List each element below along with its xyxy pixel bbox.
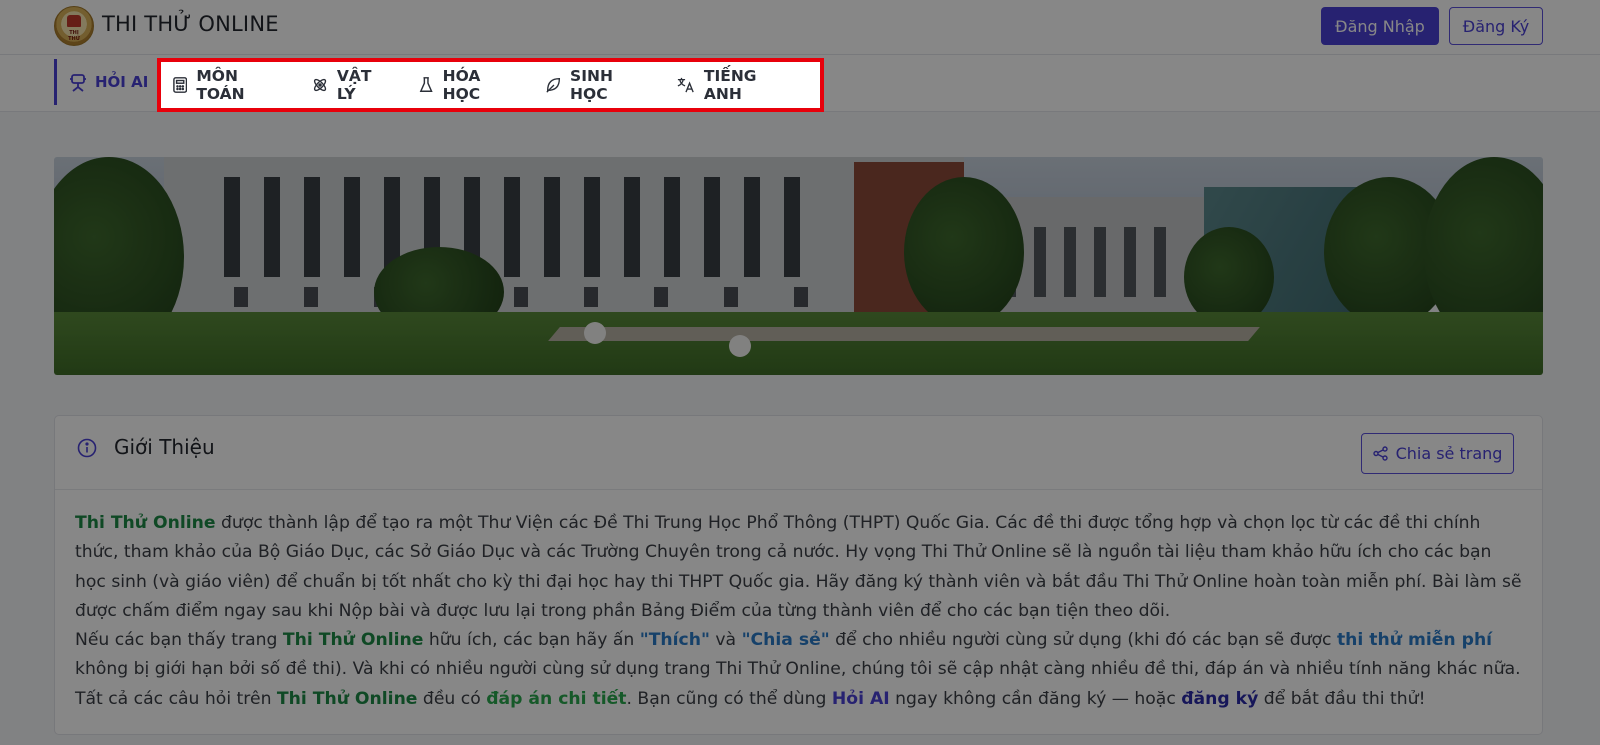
translate-icon [677, 77, 694, 93]
site-title[interactable]: THI THỬ ONLINE [102, 12, 279, 36]
paragraph-text: đều có [417, 688, 487, 709]
site-logo[interactable]: THI THỬ [54, 6, 94, 46]
intro-body: Thi Thử Online được thành lập để tạo ra … [75, 509, 1523, 714]
nav-item-mon-toan[interactable]: MÔN TOÁN [173, 67, 282, 103]
nav-item-vat-ly[interactable]: VẬT LÝ [312, 67, 390, 103]
subject-tabs-highlight: MÔN TOÁN VẬT LÝ HÓA HỌC SINH HỌC TIẾNG A… [157, 58, 824, 112]
brand-link[interactable]: Thi Thử Online [75, 513, 216, 533]
top-header: THI THỬ THI THỬ ONLINE Đăng Nhập Đăng Ký [0, 0, 1600, 55]
nav-item-label: TIẾNG ANH [703, 67, 757, 103]
logo-emblem-icon [67, 15, 81, 27]
share-icon [1372, 446, 1388, 461]
nav-item-label: HÓA HỌC [442, 67, 481, 103]
share-text: "Chia sẻ" [741, 630, 830, 651]
like-text: "Thích" [639, 630, 710, 651]
paragraph-text: Nếu các bạn thấy trang [75, 630, 283, 651]
ask-ai-link[interactable]: Hỏi AI [832, 689, 890, 709]
detailed-answers-text: đáp án chi tiết [486, 688, 627, 709]
nav-item-label: SINH HỌC [570, 67, 613, 103]
nav-item-tieng-anh[interactable]: TIẾNG ANH [677, 67, 790, 103]
brand-link[interactable]: Thi Thử Online [277, 689, 418, 709]
nav-item-label: HỎI AI [95, 73, 149, 91]
atom-icon [313, 78, 326, 92]
register-button[interactable]: Đăng Ký [1449, 7, 1543, 45]
intro-title: Giới Thiệu [114, 435, 215, 459]
brand-link[interactable]: Thi Thử Online [283, 630, 424, 650]
nav-item-hoa-hoc[interactable]: HÓA HỌC [419, 67, 515, 103]
paragraph-text: hữu ích, các bạn hãy ấn [423, 630, 640, 651]
intro-paragraph-1: Thi Thử Online được thành lập để tạo ra … [75, 509, 1523, 626]
paragraph-text: . Bạn cũng có thể dùng [626, 688, 832, 709]
intro-card-header: Giới Thiệu Chia sẻ trang [55, 416, 1542, 490]
nav-item-label: VẬT LÝ [336, 67, 372, 103]
leaf-icon [546, 78, 560, 93]
share-page-button[interactable]: Chia sẻ trang [1361, 433, 1514, 474]
nav-item-hoi-ai[interactable]: HỎI AI [54, 59, 148, 105]
paragraph-text: để bắt đầu thi thử! [1258, 688, 1426, 709]
intro-paragraph-2: Nếu các bạn thấy trang Thi Thử Online hữ… [75, 626, 1523, 685]
nav-item-sinh-hoc[interactable]: SINH HỌC [545, 67, 647, 103]
info-icon [77, 438, 97, 458]
paragraph-text: được thành lập để tạo ra một Thư Viện cá… [75, 513, 1522, 621]
campus-banner-image [54, 157, 1543, 375]
register-link[interactable]: đăng ký [1181, 689, 1258, 709]
paragraph-text: không bị giới hạn bởi số đề thi). Và khi… [75, 659, 1521, 680]
login-button[interactable]: Đăng Nhập [1321, 7, 1439, 45]
paragraph-text: ngay không cần đăng ký — hoặc [889, 688, 1182, 709]
page: THI THỬ THI THỬ ONLINE Đăng Nhập Đăng Ký… [0, 0, 1600, 745]
calculator-icon [173, 77, 188, 93]
share-label: Chia sẻ trang [1395, 444, 1503, 463]
paragraph-text: để cho nhiều người cùng sử dụng (khi đó … [829, 630, 1337, 651]
flask-icon [420, 77, 433, 92]
intro-card: Giới Thiệu Chia sẻ trang Thi Thử Online … [54, 415, 1543, 735]
logo-text: THI THỬ [68, 30, 80, 42]
paragraph-text: và [709, 630, 742, 651]
nav-item-label: MÔN TOÁN [196, 67, 245, 103]
free-exam-link[interactable]: thi thử miễn phí [1337, 630, 1492, 650]
paragraph-text: Tất cả các câu hỏi trên [75, 688, 277, 709]
robot-icon [70, 74, 86, 92]
intro-paragraph-3: Tất cả các câu hỏi trên Thi Thử Online đ… [75, 685, 1523, 714]
